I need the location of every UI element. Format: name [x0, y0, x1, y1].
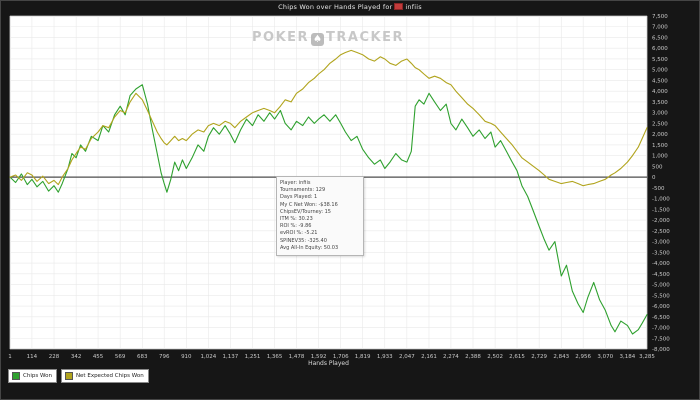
legend-item[interactable]: Net Expected Chips Won — [60, 369, 149, 383]
y-tick-label: 6,500 — [652, 35, 668, 41]
legend: Chips Won Net Expected Chips Won — [8, 369, 149, 383]
y-tick-label: 7,500 — [652, 14, 668, 20]
y-tick-label: 3,500 — [652, 100, 668, 106]
y-tick-label: -5,500 — [652, 293, 670, 299]
y-tick-label: -1,500 — [652, 207, 670, 213]
chart-title: Chips Won over Hands Played for infiis — [0, 3, 700, 11]
legend-swatch-icon — [64, 372, 73, 380]
y-tick-label: 5,000 — [652, 68, 668, 74]
y-tick-label: 5,500 — [652, 57, 668, 63]
legend-label: Chips Won — [23, 373, 52, 379]
spade-icon: ♠ — [311, 33, 325, 46]
tooltip-line: SPINEV35: -325.40 — [280, 237, 327, 244]
stats-tooltip: Player: infiis Tournaments: 129 Days Playe… — [276, 176, 364, 257]
y-tick-label: -1,000 — [652, 197, 670, 203]
y-tick-label: -5,000 — [652, 283, 670, 289]
y-tick-label: 500 — [652, 164, 663, 170]
x-axis-label: Hands Played — [308, 360, 349, 367]
player-flag-icon — [394, 3, 404, 10]
y-tick-label: -3,500 — [652, 250, 670, 256]
y-tick-label: -8,000 — [652, 347, 670, 353]
tooltip-line: Tournaments: 129 — [280, 187, 326, 194]
y-tick-label: -6,000 — [652, 304, 670, 310]
y-tick-label: 2,000 — [652, 132, 668, 138]
pokertracker-watermark: POKER ♠ TRACKER — [252, 30, 404, 46]
y-tick-label: 6,000 — [652, 46, 668, 52]
y-tick-label: -500 — [652, 186, 665, 192]
legend-swatch-icon — [12, 372, 20, 380]
y-tick-label: 4,500 — [652, 78, 668, 84]
tooltip-line: Days Played: 1 — [280, 194, 318, 201]
tooltip-line: evROI %: -5.21 — [280, 230, 318, 237]
tooltip-line: My C Net Won: -$38.16 — [280, 201, 338, 208]
legend-item[interactable]: Chips Won — [8, 369, 57, 383]
y-tick-label: 0 — [652, 175, 656, 181]
y-tick-label: -7,000 — [652, 326, 670, 332]
y-tick-label: 1,500 — [652, 143, 668, 149]
tooltip-line: ChipsEV/Tourney: 15 — [280, 208, 331, 215]
player-name: infiis — [405, 3, 422, 11]
y-tick-label: 2,500 — [652, 121, 668, 127]
watermark-left: POKER — [252, 30, 310, 45]
y-tick-label: 3,000 — [652, 111, 668, 117]
y-tick-label: -6,500 — [652, 315, 670, 321]
watermark-right: TRACKER — [326, 30, 404, 45]
y-tick-label: -2,500 — [652, 229, 670, 235]
y-tick-label: 1,000 — [652, 154, 668, 160]
tooltip-line: Avg All-In Equity: 50.03 — [280, 244, 339, 251]
y-tick-label: -3,000 — [652, 240, 670, 246]
tooltip-line: ITM %: 30.23 — [280, 216, 313, 223]
y-tick-label: 4,000 — [652, 89, 668, 95]
chart-title-text: Chips Won over Hands Played for — [278, 3, 393, 11]
y-tick-label: -4,500 — [652, 272, 670, 278]
y-tick-label: -7,500 — [652, 336, 670, 342]
tooltip-line: Player: infiis — [280, 180, 311, 186]
tooltip-line: ROI %: -9.86 — [280, 223, 312, 230]
y-tick-label: -4,000 — [652, 261, 670, 267]
y-tick-label: 7,000 — [652, 25, 668, 31]
legend-label: Net Expected Chips Won — [75, 373, 144, 379]
y-tick-label: -2,000 — [652, 218, 670, 224]
